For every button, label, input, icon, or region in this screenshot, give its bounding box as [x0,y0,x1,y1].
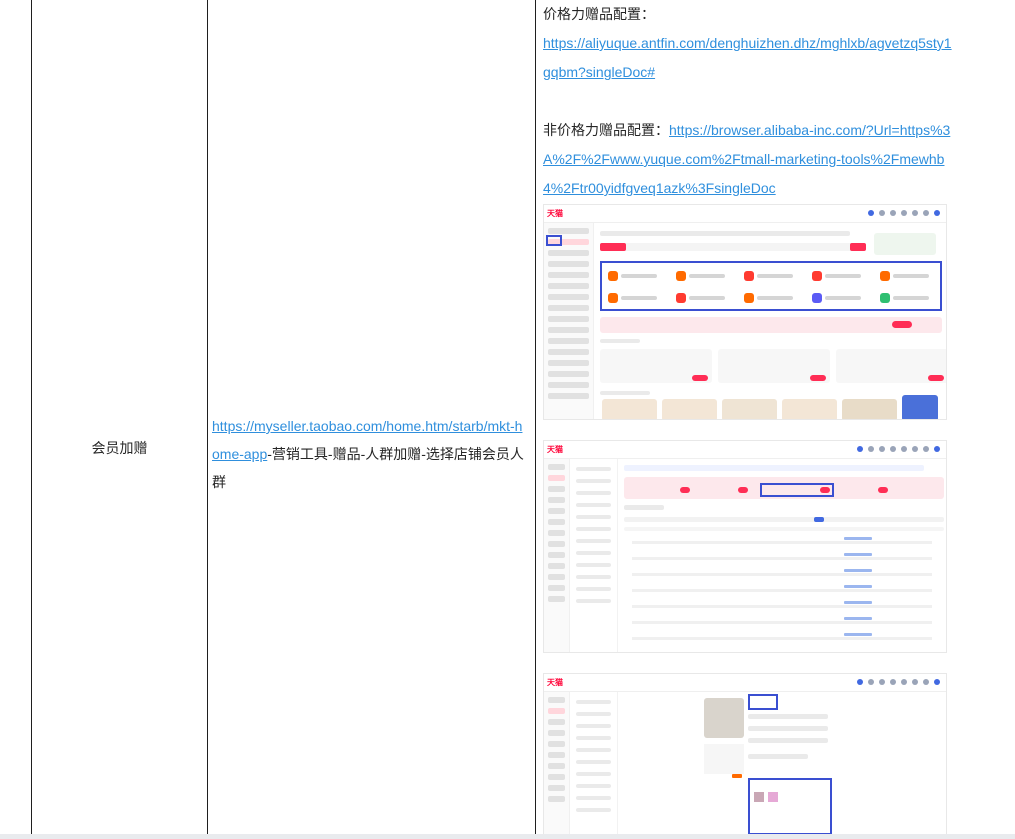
price-gift-label: 价格力赠品配置： [543,6,655,22]
topbar-icons [857,679,940,685]
price-gift-doc-link[interactable]: https://aliyuque.antfin.com/denghuizhen.… [543,29,953,87]
screenshot-gift-config: 天猫 [543,673,947,834]
tmall-logo: 天猫 [547,209,563,218]
tmall-logo: 天猫 [547,445,563,454]
screenshot-topbar: 天猫 [544,205,946,223]
feature-label: 会员加赠 [91,440,148,456]
topbar-icons [868,210,940,216]
highlight-member-crowd [748,778,832,834]
navigation-path: https://myseller.taobao.com/home.htm/sta… [212,412,530,496]
notes-cell: 价格力赠品配置： https://aliyuque.antfin.com/den… [543,0,953,203]
non-price-gift-label: 非价格力赠品配置： [543,122,669,138]
table-border-col3 [535,0,536,834]
screenshot-gift-list: 天猫 [543,440,947,653]
highlight-gift-name [748,694,778,710]
screenshot-sidebar [544,692,570,834]
highlight-group-gift [760,483,834,497]
table-border-col2 [207,0,208,834]
scroll-area-edge [0,834,1015,839]
tmall-logo: 天猫 [547,678,563,687]
highlight-marketing-nav [546,235,562,246]
table-border-left [31,0,32,834]
screenshot-sidebar [544,223,594,419]
screenshot-marketing-home: 天猫 [543,204,947,420]
screenshot-sidebar [544,459,570,652]
screenshot-topbar: 天猫 [544,441,946,459]
screenshot-topbar: 天猫 [544,674,946,692]
topbar-icons [857,446,940,452]
screenshot-main [600,227,946,419]
